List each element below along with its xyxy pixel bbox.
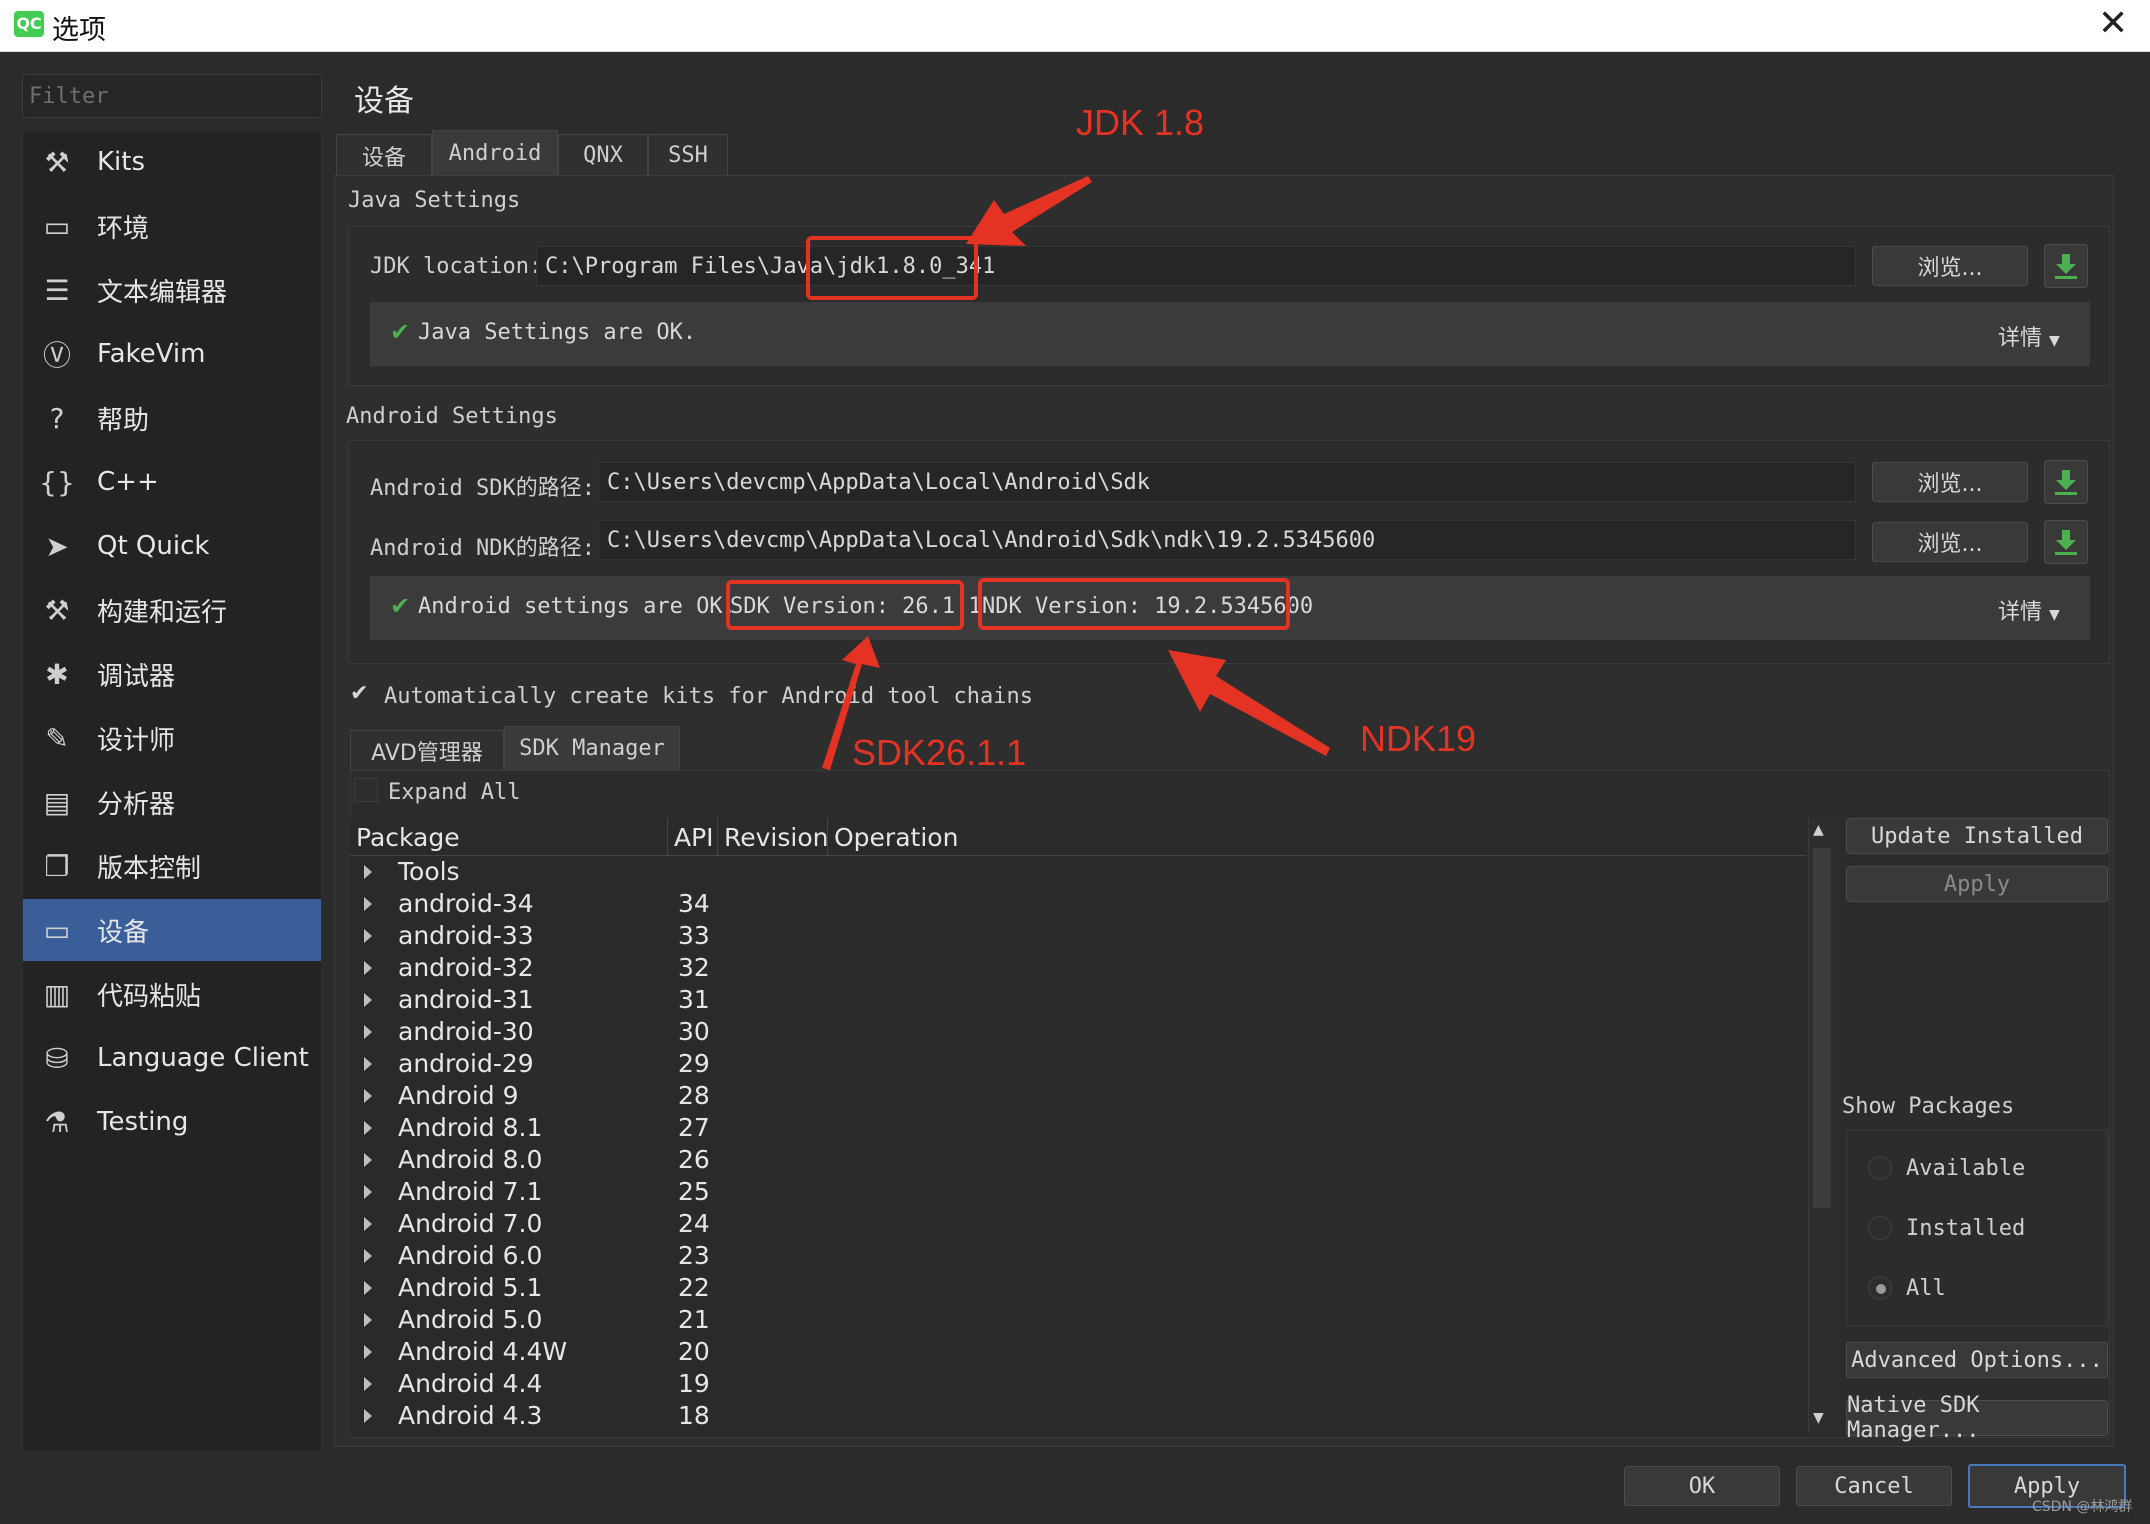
sdk-arrow (822, 636, 880, 770)
jdk-arrow (966, 176, 1092, 246)
annotation-arrows (822, 176, 1330, 770)
ndk-arrow (1168, 650, 1330, 756)
